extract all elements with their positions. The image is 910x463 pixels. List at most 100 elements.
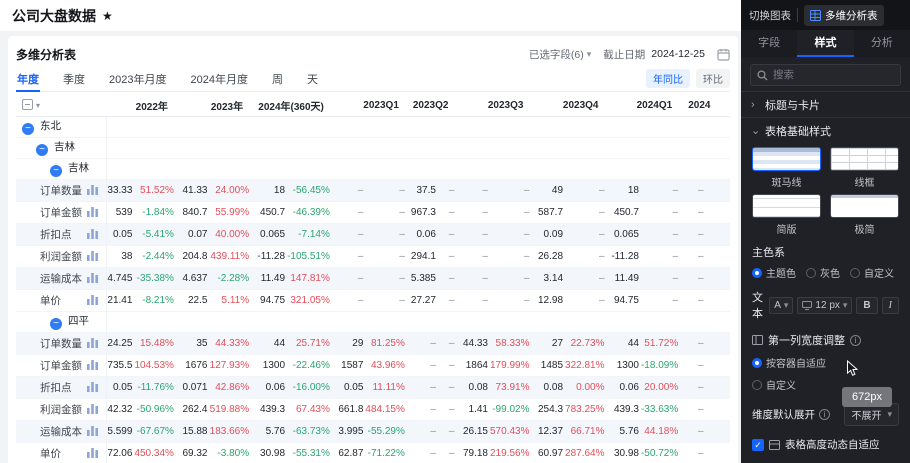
caret-down-icon: ▾ xyxy=(887,409,892,419)
value-cell: 450.7 xyxy=(613,206,639,218)
chart-icon[interactable] xyxy=(86,382,98,392)
pct-cell: 42.86% xyxy=(215,381,250,393)
radio-fit-container[interactable]: 按容器自适应 xyxy=(752,355,899,370)
tab-quarter[interactable]: 季度 xyxy=(62,65,86,92)
favorite-star-icon[interactable]: ★ xyxy=(102,9,113,23)
column-header[interactable]: 2023Q2 xyxy=(410,95,461,117)
style-option-zebra[interactable]: 斑马线 xyxy=(752,147,821,189)
section-table-base[interactable]: ⌄ 表格基础样式 xyxy=(741,117,910,143)
auto-height-row[interactable]: ✓ 表格高度动态自适应 xyxy=(752,437,899,452)
chart-icon[interactable] xyxy=(86,360,98,370)
tab-fields[interactable]: 字段 xyxy=(741,30,797,57)
tab-year[interactable]: 年度 xyxy=(16,65,40,92)
empty-cells xyxy=(106,311,730,332)
caret-down-icon[interactable]: ▾ xyxy=(36,101,40,110)
collapse-node-icon[interactable]: − xyxy=(22,123,34,135)
first-col-width-label: 第一列宽度调整 xyxy=(768,335,845,347)
value-cell: 60.97 xyxy=(537,447,564,459)
tab-2023-month[interactable]: 2023年月度 xyxy=(108,65,167,92)
tab-analysis[interactable]: 分析 xyxy=(854,30,910,57)
max-height-tooltip: 672px xyxy=(842,387,892,407)
search-input[interactable] xyxy=(773,69,894,81)
radio-custom-color[interactable]: 自定义 xyxy=(850,265,894,280)
tab-2024-month[interactable]: 2024年月度 xyxy=(189,65,248,92)
chart-icon[interactable] xyxy=(86,404,98,414)
column-header[interactable]: 2022年 xyxy=(106,95,180,117)
value-cell: – xyxy=(430,359,436,371)
column-header[interactable]: 2024 xyxy=(684,95,730,117)
selected-fields-dropdown[interactable]: 已选字段(6) ▾ xyxy=(529,47,591,62)
value-cell: 94.75 xyxy=(260,294,286,306)
collapse-node-icon[interactable]: − xyxy=(36,144,48,156)
yoy-toggle[interactable]: 年同比 xyxy=(646,68,690,88)
tab-day[interactable]: 天 xyxy=(306,65,319,92)
column-header[interactable]: 2023年 xyxy=(179,95,256,117)
expand-all-icon[interactable] xyxy=(22,99,33,111)
chart-icon[interactable] xyxy=(86,251,98,261)
pct-cell: – xyxy=(448,206,455,218)
section-title-card[interactable]: › 标题与卡片 xyxy=(741,91,910,117)
pct-cell: -5.41% xyxy=(142,228,174,240)
metric-row: 利润金额 42.32 -50.96% 262.4 519.88% 439.3 67.43% 6… xyxy=(16,398,730,420)
value-cell: 262.4 xyxy=(182,403,208,415)
pct-cell: – xyxy=(598,272,605,284)
calendar-icon[interactable] xyxy=(717,48,730,61)
chart-icon[interactable] xyxy=(86,448,98,458)
mom-toggle[interactable]: 环比 xyxy=(696,68,730,88)
bold-button[interactable]: B xyxy=(856,296,878,314)
style-option-wireframe[interactable]: 线框 xyxy=(830,147,899,189)
pct-cell: -46.39% xyxy=(292,206,330,218)
minimal-thumbnail xyxy=(830,194,899,218)
chart-icon[interactable] xyxy=(86,295,98,305)
value-cell: – xyxy=(697,447,704,459)
radio-gray[interactable]: 灰色 xyxy=(806,265,840,280)
pct-cell: 55.99% xyxy=(215,206,250,218)
collapse-node-icon[interactable]: − xyxy=(50,165,62,177)
pct-cell: – xyxy=(399,184,405,196)
pct-cell: – xyxy=(523,206,530,218)
chart-icon[interactable] xyxy=(86,229,98,239)
checkbox-checked[interactable]: ✓ xyxy=(752,438,764,451)
column-header[interactable]: 2023Q4 xyxy=(535,95,611,117)
chart-icon[interactable] xyxy=(86,338,98,348)
column-header[interactable]: 2023Q1 xyxy=(335,95,411,117)
value-cell: – xyxy=(430,425,436,437)
column-header[interactable]: 2023Q3 xyxy=(460,95,536,117)
expand-all-control[interactable]: ▾ xyxy=(16,95,107,117)
page-title: 公司大盘数据 xyxy=(12,7,96,24)
column-header[interactable]: 2024Q1 xyxy=(610,95,685,117)
value-cell: 0.05 xyxy=(112,228,133,240)
value-cell: 661.8 xyxy=(338,403,364,415)
tab-week[interactable]: 周 xyxy=(271,65,284,92)
value-cell: 3.995 xyxy=(338,425,364,437)
font-size-dropdown[interactable]: 12 px ▾ xyxy=(797,296,853,314)
metric-label: 订单数量 xyxy=(40,337,82,350)
chart-icon[interactable] xyxy=(86,426,98,436)
metric-row: 折扣点 0.05 -5.41% 0.07 40.00% 0.065 -7.14% – –0.06… xyxy=(16,223,730,245)
deadline-control[interactable]: 截止日期 2024-12-25 xyxy=(603,47,705,62)
value-cell: – xyxy=(430,381,436,393)
current-chart-chip[interactable]: 多维分析表 xyxy=(804,4,884,26)
panel-tabs: 字段 样式 分析 xyxy=(741,30,910,57)
pct-cell: – xyxy=(399,250,405,262)
switch-chart-button[interactable]: 切换图表 xyxy=(749,8,791,23)
tab-style[interactable]: 样式 xyxy=(797,30,854,57)
group-row: − 东北 xyxy=(16,116,730,137)
font-color-dropdown[interactable]: A ▾ xyxy=(769,296,794,314)
value-cell: 1587 xyxy=(341,359,364,371)
pct-cell: 179.99% xyxy=(489,359,530,371)
style-option-minimal[interactable]: 极简 xyxy=(830,194,899,236)
empty-cells xyxy=(106,158,730,179)
italic-button[interactable]: I xyxy=(881,296,899,314)
pct-cell: -33.63% xyxy=(640,403,679,415)
chart-icon[interactable] xyxy=(86,185,98,195)
collapse-node-icon[interactable]: − xyxy=(50,318,62,330)
pct-cell: 58.33% xyxy=(495,337,530,349)
style-option-simple[interactable]: 简版 xyxy=(752,194,821,236)
chart-icon[interactable] xyxy=(86,207,98,217)
radio-theme-color[interactable]: 主题色 xyxy=(752,265,796,280)
chart-icon[interactable] xyxy=(86,273,98,283)
column-header[interactable]: 2024年(360天) xyxy=(255,95,336,117)
metric-label: 折扣点 xyxy=(40,381,72,394)
pct-cell: 183.66% xyxy=(209,425,250,437)
